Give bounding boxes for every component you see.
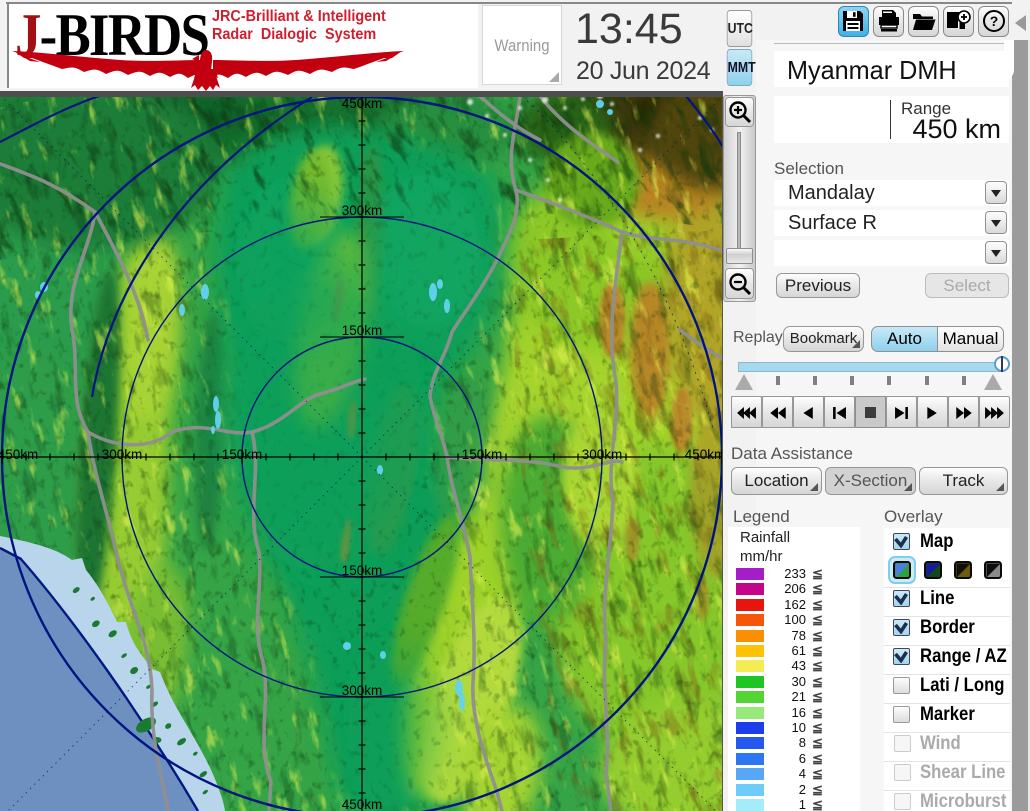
svg-text:150km: 150km — [342, 323, 383, 338]
svg-text:150km: 150km — [462, 447, 503, 462]
svg-text:300km: 300km — [582, 447, 623, 462]
svg-text:450km: 450km — [685, 447, 723, 462]
svg-text:450km: 450km — [0, 447, 38, 462]
svg-text:450km: 450km — [342, 797, 383, 811]
svg-text:300km: 300km — [342, 683, 383, 698]
svg-text:300km: 300km — [342, 203, 383, 218]
svg-text:150km: 150km — [222, 447, 263, 462]
svg-text:300km: 300km — [102, 447, 143, 462]
svg-text:?: ? — [989, 13, 998, 29]
svg-text:150km: 150km — [342, 563, 383, 578]
svg-text:450km: 450km — [342, 97, 383, 111]
